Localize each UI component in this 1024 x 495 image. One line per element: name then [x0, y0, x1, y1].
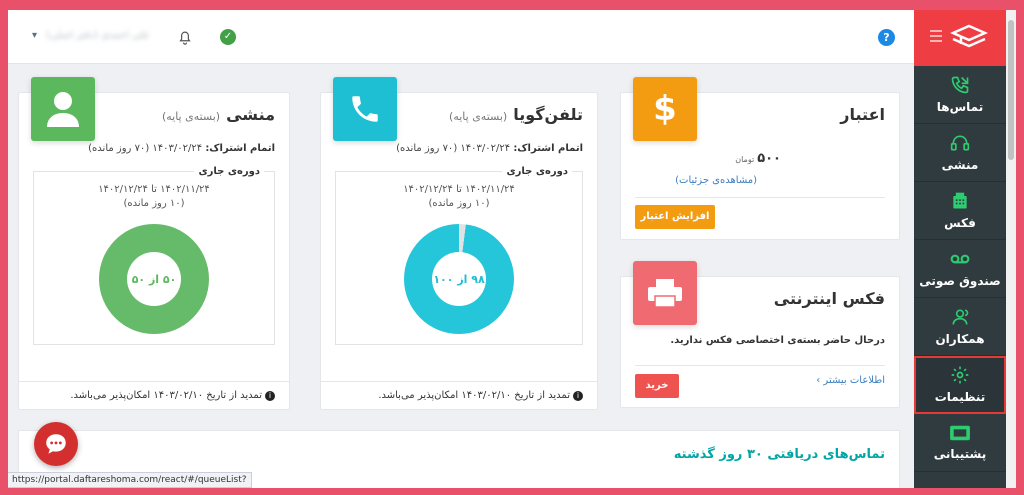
received-calls-title: تماس‌های دریافتی ۳۰ روز گذشته: [673, 447, 885, 462]
ivr-usage-label: ۹۸ از ۱۰۰: [432, 252, 486, 306]
scrollbar-thumb[interactable]: [1008, 20, 1014, 160]
period-remaining: (۱۰ روز مانده): [428, 198, 490, 209]
period-dates: ۱۴۰۲/۱۱/۲۴ تا ۱۴۰۲/۱۲/۲۴: [98, 184, 210, 195]
voicemail-icon: [950, 254, 970, 264]
secretary-expiry: اتمام اشتراک: ۱۴۰۳/۰۲/۲۴ (۷۰ روز مانده): [88, 143, 275, 154]
info-icon: i: [265, 391, 275, 401]
period-remaining: (۱۰ روز مانده): [123, 198, 185, 209]
logo-icon: [950, 24, 988, 48]
info-icon: i: [573, 391, 583, 401]
sidebar-item-voicemail[interactable]: صندوق صوتی: [914, 240, 1006, 298]
secretary-usage-label: ۵۰ از ۵۰: [127, 252, 181, 306]
users-icon: [952, 309, 969, 325]
period-title: دوره‌ی جاری: [502, 166, 572, 177]
app-logo: [914, 10, 1006, 66]
app-frame: ▾ علی احمدی (دفتر اصلی) ✓ ? منشی(بسته‌ی …: [8, 10, 1016, 488]
sidebar-label-colleagues: همکاران: [935, 332, 985, 346]
user-name: علی احمدی (دفتر اصلی): [46, 30, 150, 41]
chevron-right-icon: ›: [816, 375, 821, 386]
secretary-renewal: iتمدید از تاریخ ۱۴۰۳/۰۲/۱۰ امکان‌پذیر می…: [19, 381, 289, 409]
secretary-badge: [31, 77, 95, 141]
phone-icon: [352, 96, 378, 122]
fax-more-link[interactable]: اطلاعات بیشتر ›: [816, 375, 885, 386]
period-title: دوره‌ی جاری: [194, 166, 264, 177]
fax-card: فکس اینترنتی درحال حاضر بسته‌ی اختصاصی ف…: [620, 261, 900, 408]
fax-icon: [953, 192, 967, 209]
credit-details-link[interactable]: (مشاهده‌ی جزئیات): [675, 175, 757, 186]
chat-icon: [46, 434, 66, 454]
secretary-period: دوره‌ی جاری ۱۴۰۲/۱۱/۲۴ تا ۱۴۰۲/۱۲/۲۴ (۱۰…: [33, 166, 275, 345]
sidebar-item-support[interactable]: پشتیبانی: [914, 414, 1006, 472]
ivr-renewal: iتمدید از تاریخ ۱۴۰۳/۰۲/۱۰ امکان‌پذیر می…: [321, 381, 597, 409]
sidebar-label-fax: فکس: [944, 216, 976, 230]
ivr-card: تلفن‌گویا(بسته‌ی پایه) اتمام اشتراک: ۱۴۰…: [320, 77, 598, 410]
fax-badge: [633, 261, 697, 325]
dollar-icon: $: [653, 89, 677, 129]
fax-title: فکس اینترنتی: [773, 289, 885, 308]
chevron-down-icon: ▾: [32, 30, 38, 41]
sidebar-label-calls: تماس‌ها: [936, 100, 984, 114]
support-icon: [950, 425, 970, 441]
fax-message: درحال حاضر بسته‌ی اختصاصی فکس ندارید.: [670, 335, 885, 346]
increase-credit-button[interactable]: افزایش اعتبار: [635, 205, 715, 229]
top-bar: ▾ علی احمدی (دفتر اصلی) ✓ ?: [8, 10, 914, 64]
bell-icon[interactable]: [176, 27, 194, 47]
chat-button[interactable]: [34, 422, 78, 466]
ivr-badge: [333, 77, 397, 141]
menu-icon[interactable]: [930, 30, 942, 45]
sidebar: تماس‌ها منشی فکس صندوق صوتی همکاران تنظی…: [914, 10, 1006, 488]
sidebar-item-colleagues[interactable]: همکاران: [914, 298, 1006, 356]
ivr-period: دوره‌ی جاری ۱۴۰۲/۱۱/۲۴ تا ۱۴۰۲/۱۲/۲۴ (۱۰…: [335, 166, 583, 345]
credit-badge: $: [633, 77, 697, 141]
page-scrollbar[interactable]: [1006, 10, 1016, 488]
credit-card: $ اعتبار ۵۰۰تومان (مشاهده‌ی جزئیات) افزا…: [620, 77, 900, 240]
phone-call-icon: [951, 76, 969, 94]
credit-amount: ۵۰۰تومان: [735, 151, 781, 166]
sidebar-label-voicemail: صندوق صوتی: [919, 274, 1001, 288]
buy-fax-button[interactable]: خرید: [635, 374, 679, 398]
sidebar-label-support: پشتیبانی: [933, 447, 987, 461]
headset-icon: [950, 135, 970, 151]
help-button[interactable]: ?: [878, 29, 895, 46]
secretary-title: منشی(بسته‌ی پایه): [161, 105, 275, 124]
sidebar-label-settings: تنظیمات: [934, 390, 986, 404]
period-dates: ۱۴۰۲/۱۱/۲۴ تا ۱۴۰۲/۱۲/۲۴: [403, 184, 515, 195]
gear-icon: [951, 366, 969, 384]
user-menu[interactable]: ▾ علی احمدی (دفتر اصلی): [32, 30, 150, 41]
ivr-expiry: اتمام اشتراک: ۱۴۰۳/۰۲/۲۴ (۷۰ روز مانده): [396, 143, 583, 154]
sidebar-item-secretary[interactable]: منشی: [914, 124, 1006, 182]
user-icon: [47, 92, 79, 127]
divider: [635, 197, 885, 198]
ivr-usage-donut: ۹۸ از ۱۰۰: [404, 224, 514, 334]
secretary-card: منشی(بسته‌ی پایه) اتمام اشتراک: ۱۴۰۳/۰۲/…: [18, 77, 290, 410]
sidebar-item-settings[interactable]: تنظیمات: [914, 356, 1006, 414]
secretary-usage-donut: ۵۰ از ۵۰: [99, 224, 209, 334]
verified-icon: ✓: [220, 29, 236, 45]
printer-icon: [648, 279, 682, 308]
credit-title: اعتبار: [840, 105, 885, 124]
sidebar-item-calls[interactable]: تماس‌ها: [914, 66, 1006, 124]
divider: [635, 365, 885, 366]
status-bar-url: https://portal.daftareshoma.com/react/#/…: [8, 472, 252, 488]
sidebar-item-fax[interactable]: فکس: [914, 182, 1006, 240]
ivr-title: تلفن‌گویا(بسته‌ی پایه): [449, 105, 583, 124]
sidebar-label-secretary: منشی: [941, 158, 979, 172]
